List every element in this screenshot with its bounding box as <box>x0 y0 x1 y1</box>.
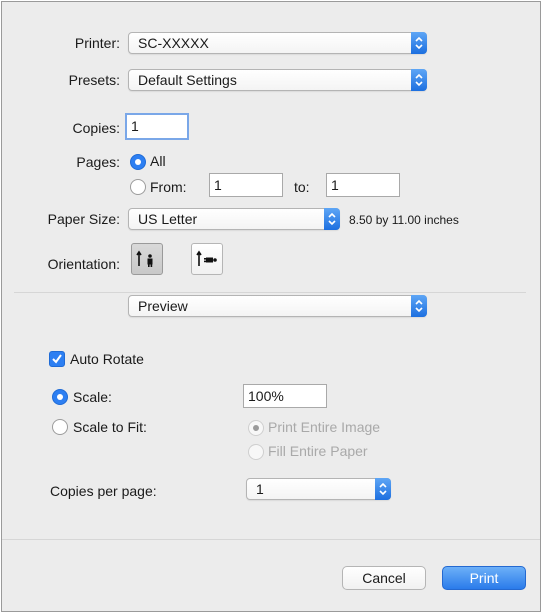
scale-to-fit-label: Scale to Fit: <box>73 419 147 435</box>
paper-dimensions: 8.50 by 11.00 inches <box>349 213 459 227</box>
presets-label: Presets: <box>68 72 120 88</box>
section-select[interactable]: Preview <box>128 295 427 317</box>
presets-value: Default Settings <box>138 72 237 88</box>
pages-from-input[interactable]: 1 <box>209 173 283 197</box>
paper-size-label: Paper Size: <box>47 211 120 227</box>
pages-to-input[interactable]: 1 <box>326 173 400 197</box>
scale-radio[interactable] <box>52 389 68 405</box>
orientation-label: Orientation: <box>47 256 120 272</box>
print-button[interactable]: Print <box>442 566 526 590</box>
scale-label: Scale: <box>73 389 112 405</box>
popup-arrows-icon <box>375 478 391 500</box>
print-entire-image-label: Print Entire Image <box>268 419 381 435</box>
paper-size-select[interactable]: US Letter <box>128 208 340 230</box>
popup-arrows-icon <box>411 32 427 54</box>
portrait-orientation-button[interactable] <box>131 243 163 275</box>
checkmark-icon <box>52 354 62 364</box>
divider <box>14 292 526 293</box>
pages-all-radio[interactable] <box>130 154 146 170</box>
section-value: Preview <box>138 298 188 314</box>
copies-input[interactable]: 1 <box>125 113 189 140</box>
landscape-icon <box>196 250 217 266</box>
printer-select[interactable]: SC-XXXXX <box>128 32 427 54</box>
pages-from-radio[interactable] <box>130 179 146 195</box>
pages-to-label: to: <box>294 179 310 195</box>
pages-from-label: From: <box>150 179 187 195</box>
paper-size-value: US Letter <box>138 211 198 227</box>
fill-entire-paper-label: Fill Entire Paper <box>268 443 368 459</box>
fill-entire-paper-radio[interactable] <box>248 444 264 460</box>
pages-label: Pages: <box>76 154 120 170</box>
printer-label: Printer: <box>74 35 120 51</box>
print-dialog: Printer: SC-XXXXX Presets: Default Setti… <box>1 1 541 612</box>
presets-select[interactable]: Default Settings <box>128 69 427 91</box>
portrait-icon <box>136 250 153 267</box>
landscape-orientation-button[interactable] <box>191 243 223 275</box>
copies-label: Copies: <box>72 120 120 136</box>
auto-rotate-checkbox[interactable] <box>49 351 65 367</box>
footer-divider <box>2 539 540 540</box>
printer-value: SC-XXXXX <box>138 35 209 51</box>
auto-rotate-label: Auto Rotate <box>70 351 144 367</box>
scale-input[interactable]: 100% <box>243 384 327 408</box>
popup-arrows-icon <box>324 208 340 230</box>
popup-arrows-icon <box>411 69 427 91</box>
copies-per-page-label: Copies per page: <box>50 483 157 499</box>
copies-per-page-value: 1 <box>256 481 264 497</box>
copies-per-page-select[interactable]: 1 <box>246 478 391 500</box>
cancel-button[interactable]: Cancel <box>342 566 426 590</box>
popup-arrows-icon <box>411 295 427 317</box>
print-entire-image-radio[interactable] <box>248 420 264 436</box>
scale-to-fit-radio[interactable] <box>52 419 68 435</box>
pages-all-label: All <box>150 153 166 169</box>
